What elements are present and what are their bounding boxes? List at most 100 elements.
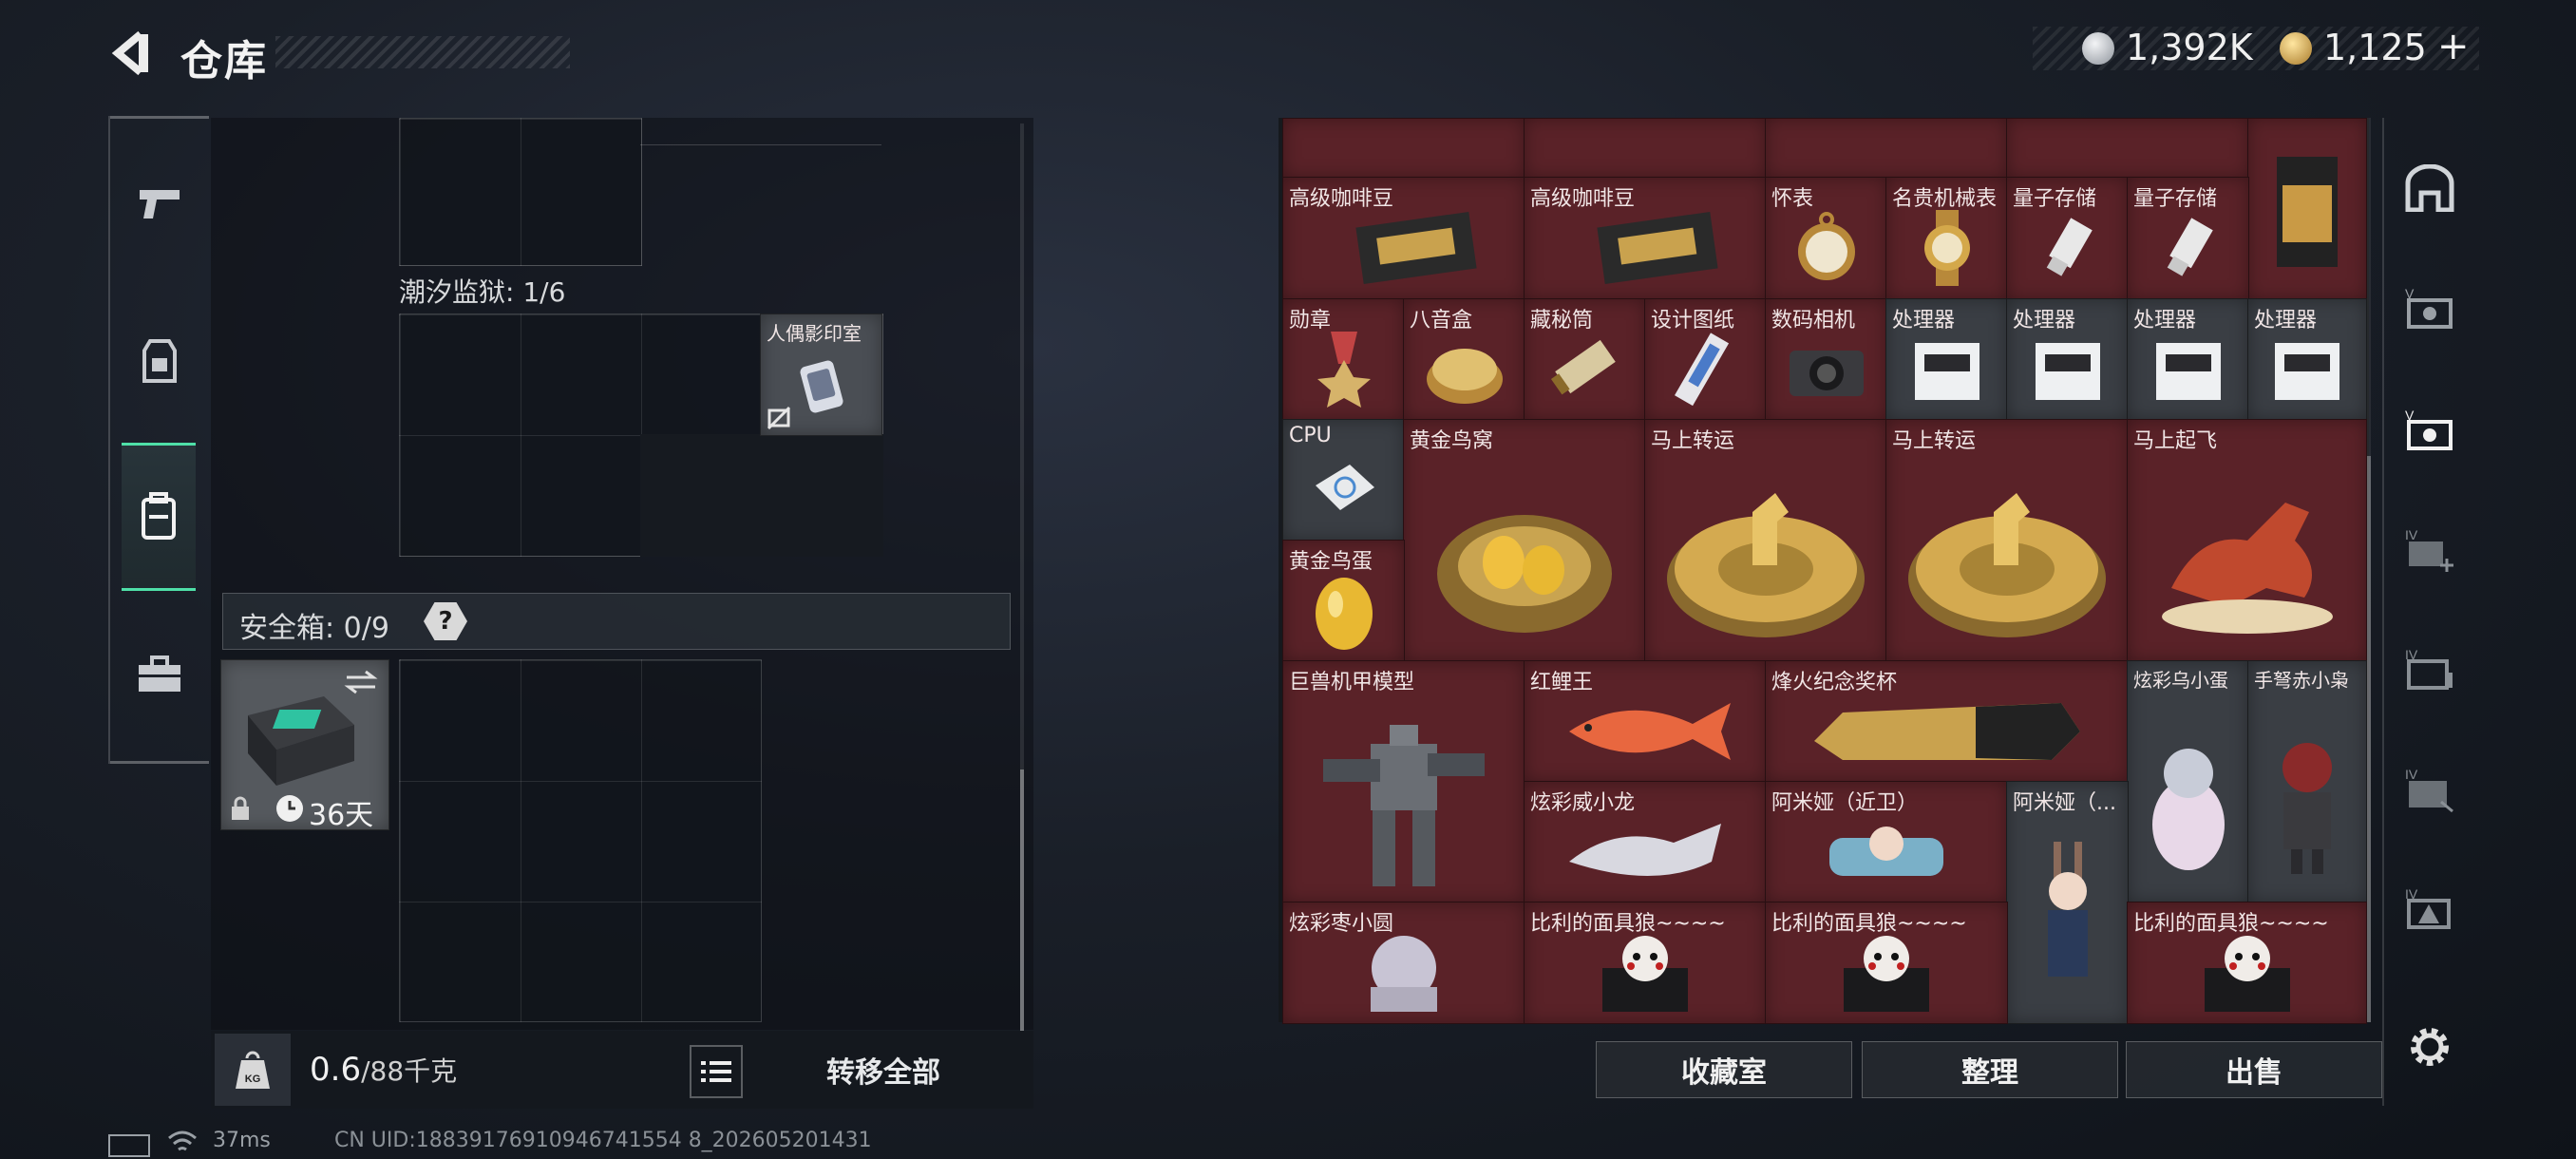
page-title: 仓库 bbox=[180, 37, 268, 86]
nav-storage-v2[interactable]: V bbox=[2401, 401, 2458, 458]
weight-badge: KG bbox=[215, 1034, 291, 1106]
weight-icon: KG bbox=[236, 1051, 270, 1089]
nav-home[interactable] bbox=[2401, 160, 2458, 217]
lock-icon bbox=[232, 796, 249, 820]
item-cell[interactable]: 阿米娅（近卫） bbox=[1765, 781, 2008, 903]
item-cell-tall[interactable]: 炫彩乌小蛋 bbox=[2127, 660, 2249, 903]
settings-button[interactable] bbox=[2401, 1018, 2458, 1075]
gear-icon bbox=[2411, 1028, 2449, 1066]
nav-storage-iv-warning[interactable]: IV bbox=[2401, 880, 2458, 937]
svg-text:IV: IV bbox=[2405, 767, 2418, 782]
item-cell-tall[interactable]: 手弩赤小枭 bbox=[2247, 660, 2367, 903]
item-cell[interactable]: 比利的面具狼~~~~ bbox=[1524, 902, 1767, 1024]
pistol-icon bbox=[140, 190, 180, 218]
item-cell-large[interactable]: 马上转运 bbox=[1885, 419, 2129, 662]
nav-supplies[interactable] bbox=[122, 636, 198, 712]
item-label: 名贵机械表 bbox=[1892, 187, 1998, 211]
golden-egg-icon bbox=[1315, 577, 1373, 650]
container-grid-top[interactable] bbox=[399, 118, 642, 266]
item-cell[interactable]: 炫彩威小龙 bbox=[1524, 781, 1767, 903]
item-cell[interactable]: 炫彩枣小圆 bbox=[1282, 902, 1525, 1024]
item-cell[interactable]: 量子存储 bbox=[2127, 177, 2249, 300]
collection-room-button[interactable]: 收藏室 bbox=[1596, 1041, 1852, 1098]
item-label: 怀表 bbox=[1771, 187, 1814, 211]
red-carp-icon bbox=[1569, 702, 1731, 760]
cryptex-icon bbox=[1550, 339, 1616, 395]
left-scrollbar-thumb[interactable] bbox=[1020, 770, 1024, 1031]
right-scrollbar-thumb[interactable] bbox=[2367, 456, 2371, 1022]
item-cell[interactable]: 八音盒 bbox=[1403, 298, 1525, 421]
item-cell[interactable]: 设计图纸 bbox=[1644, 298, 1767, 421]
silver-coin-icon bbox=[2082, 32, 2114, 65]
item-cell-tall[interactable]: 阿米娅（... bbox=[2006, 781, 2129, 1024]
item-label: 处理器 bbox=[2133, 309, 2197, 332]
nav-storage-iv-transfer[interactable]: IV bbox=[2401, 760, 2458, 817]
item-cell[interactable]: 黄金鸟蛋 bbox=[1282, 540, 1405, 662]
billy-puppet-icon bbox=[2204, 935, 2290, 1012]
item-cell[interactable]: 怀表 bbox=[1765, 177, 1887, 300]
add-currency-button[interactable]: + bbox=[2437, 25, 2470, 68]
usb-drive-icon bbox=[2046, 218, 2093, 276]
swap-icon bbox=[344, 670, 378, 694]
tier-iv-case-icon: IV bbox=[2405, 647, 2453, 690]
item-label: 高级咖啡豆 bbox=[1530, 187, 1636, 211]
item-label: 阿米娅（... bbox=[2013, 791, 2116, 815]
item-cell[interactable]: 高级咖啡豆 bbox=[1524, 177, 1767, 300]
item-cell[interactable]: 处理器 bbox=[2006, 298, 2129, 421]
item-cell[interactable]: 数码相机 bbox=[1765, 298, 1887, 421]
item-cell-partial[interactable] bbox=[1282, 118, 1525, 179]
item-cell-large[interactable]: 马上转运 bbox=[1644, 419, 1887, 662]
item-label: 处理器 bbox=[2013, 309, 2076, 332]
item-cell[interactable]: 处理器 bbox=[1885, 298, 2008, 421]
item-cell[interactable]: 红鲤王 bbox=[1524, 660, 1767, 783]
item-cell-coffee-bag[interactable] bbox=[2247, 118, 2367, 300]
nav-backpack[interactable] bbox=[122, 443, 196, 591]
nav-storage-v1[interactable]: V bbox=[2401, 279, 2458, 336]
item-cell[interactable]: 勋章 bbox=[1282, 298, 1405, 421]
coffee-beans-icon bbox=[1355, 212, 1477, 285]
no-transfer-icon bbox=[767, 406, 791, 430]
transfer-all-button[interactable]: 转移全部 bbox=[760, 1041, 1007, 1098]
item-cell[interactable]: 烽火纪念奖杯 bbox=[1765, 660, 2129, 783]
item-cell-large[interactable]: 马上起飞 bbox=[2127, 419, 2367, 662]
grid-cutout bbox=[640, 434, 883, 557]
item-cell[interactable]: 比利的面具狼~~~~ bbox=[2127, 902, 2367, 1024]
back-button[interactable] bbox=[106, 28, 156, 78]
camera-icon bbox=[1789, 350, 1864, 396]
nav-storage-iv-case[interactable]: IV bbox=[2401, 640, 2458, 697]
item-cell[interactable]: 处理器 bbox=[2127, 298, 2249, 421]
weight-current: 0.6/88千克 bbox=[310, 1051, 457, 1089]
nav-equipment[interactable] bbox=[122, 323, 198, 399]
organize-button[interactable]: 整理 bbox=[1862, 1041, 2118, 1098]
item-cell-large[interactable]: 巨兽机甲模型 bbox=[1282, 660, 1525, 903]
safebox-item[interactable]: 36天 bbox=[220, 659, 389, 830]
item-cell[interactable]: 名贵机械表 bbox=[1885, 177, 2008, 300]
item-label: CPU bbox=[1289, 424, 1332, 447]
item-cell-partial[interactable] bbox=[1765, 118, 2008, 179]
item-cell[interactable]: 比利的面具狼~~~~ bbox=[1765, 902, 2008, 1024]
item-cell[interactable]: 量子存储 bbox=[2006, 177, 2129, 300]
music-box-icon bbox=[1426, 348, 1503, 404]
sell-button[interactable]: 出售 bbox=[2126, 1041, 2382, 1098]
title-decoration bbox=[275, 36, 570, 68]
safebox-grid[interactable] bbox=[399, 659, 762, 1022]
item-cell-large[interactable]: 黄金鸟窝 bbox=[1403, 419, 1646, 662]
item-cell[interactable]: 处理器 bbox=[2247, 298, 2367, 421]
list-view-button[interactable] bbox=[690, 1045, 743, 1098]
item-cell[interactable]: 高级咖啡豆 bbox=[1282, 177, 1525, 300]
processor-icon bbox=[2155, 342, 2221, 400]
wristwatch-icon bbox=[1923, 210, 1970, 287]
nav-storage-iv-add[interactable]: IV bbox=[2401, 521, 2458, 578]
battery-icon bbox=[108, 1134, 150, 1157]
clock-icon bbox=[276, 795, 303, 822]
golden-horse-disc-icon bbox=[1667, 493, 1865, 638]
item-cell-partial[interactable] bbox=[2006, 118, 2249, 179]
item-cell-doll-print[interactable]: 人偶影印室 bbox=[760, 314, 882, 436]
item-cell[interactable]: 藏秘筒 bbox=[1524, 298, 1646, 421]
item-cell[interactable]: CPU bbox=[1282, 419, 1405, 542]
nav-weapons[interactable] bbox=[122, 165, 198, 241]
item-cell-partial[interactable] bbox=[1524, 118, 1767, 179]
gold-currency-value: 1,125 bbox=[2323, 27, 2427, 68]
safebox-label: 安全箱: 0/9 bbox=[239, 612, 389, 645]
item-label: 八音盒 bbox=[1410, 309, 1473, 332]
